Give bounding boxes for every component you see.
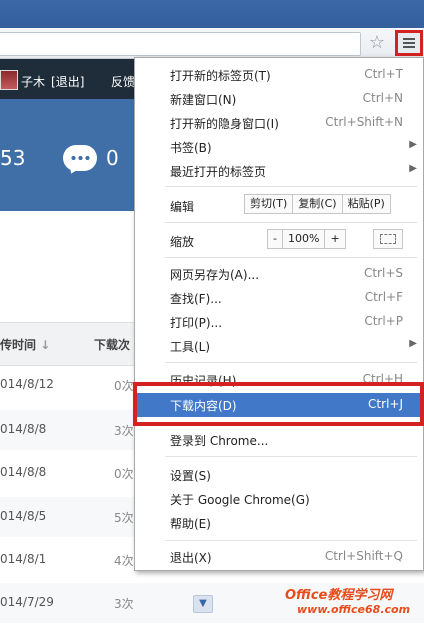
site-watermark: Office教程学习网 www.office68.com [285,584,410,616]
menu-item-new-tab[interactable]: 打开新的标签页(T) Ctrl+T [135,63,423,87]
menu-item-recent-tabs[interactable]: 最近打开的标签页 ▶ [135,159,423,183]
hamburger-menu-icon [403,38,415,48]
comment-count: 0 [106,146,119,170]
shortcut-label: Ctrl+T [364,67,403,81]
watermark-brand: Office教程学习网 [285,588,393,603]
sort-down-icon[interactable]: ↓ [40,338,50,352]
menu-divider [165,540,417,541]
menu-item-incognito[interactable]: 打开新的隐身窗口(I) Ctrl+Shift+N [135,111,423,135]
menu-item-help[interactable]: 帮助(E) [135,511,423,535]
address-bar[interactable] [0,32,361,56]
shortcut-label: Ctrl+N [362,91,403,105]
zoom-out-button[interactable]: - [267,229,283,249]
stat-count: 53 [0,146,26,170]
chevron-right-icon: ▶ [409,163,417,174]
comment-bubble-icon [63,145,97,171]
menu-row-zoom: 缩放 - 100% + [135,226,423,254]
user-info: 子木 [退出] [21,73,84,90]
row-count: 3次 [114,424,134,438]
row-count: 5次 [114,511,134,525]
row-count: 4次 [114,554,134,568]
row-count: 3次 [114,597,134,611]
shortcut-label: Ctrl+Shift+Q [324,549,403,563]
menu-item-tools[interactable]: 工具(L) ▶ [135,334,423,358]
chevron-right-icon: ▶ [409,338,417,349]
menu-item-settings[interactable]: 设置(S) [135,463,423,487]
row-date: 014/8/8 [0,422,47,436]
feedback-link[interactable]: 反馈 [111,73,135,90]
star-icon[interactable]: ☆ [368,32,386,54]
menu-item-sign-in[interactable]: 登录到 Chrome... [135,428,423,452]
downloads-highlight-callout [133,382,424,426]
menu-item-new-window[interactable]: 新建窗口(N) Ctrl+N [135,87,423,111]
shortcut-label: Ctrl+P [364,314,403,328]
menu-item-save-page[interactable]: 网页另存为(A)... Ctrl+S [135,262,423,286]
user-name[interactable]: 子木 [21,75,45,89]
menu-item-print[interactable]: 打印(P)... Ctrl+P [135,310,423,334]
row-date: 014/8/12 [0,377,54,391]
download-arrow-icon[interactable]: ▼ [193,595,213,613]
zoom-level: 100% [282,229,326,249]
row-date: 014/7/29 [0,595,54,609]
menu-divider [165,186,417,187]
watermark-url: www.office68.com [297,603,411,616]
column-downloads[interactable]: 下载次 [94,336,130,353]
row-date: 014/8/1 [0,552,47,566]
paste-button[interactable]: 粘贴(P) [342,194,391,214]
browser-toolbar: ☆ [0,28,424,59]
shortcut-label: Ctrl+F [364,290,403,304]
menu-divider [165,222,417,223]
shortcut-label: Ctrl+S [363,266,403,280]
row-count: 0次 [114,467,134,481]
copy-button[interactable]: 复制(C) [293,194,343,214]
zoom-in-button[interactable]: + [325,229,346,249]
menu-divider [165,456,417,457]
row-date: 014/8/5 [0,509,47,523]
menu-item-bookmarks[interactable]: 书签(B) ▶ [135,135,423,159]
logout-link[interactable]: [退出] [51,75,84,89]
cut-button[interactable]: 剪切(T) [244,194,294,214]
menu-divider [165,257,417,258]
chrome-main-menu: 打开新的标签页(T) Ctrl+T 新建窗口(N) Ctrl+N 打开新的隐身窗… [134,57,424,571]
window-titlebar [0,0,424,28]
shortcut-label: Ctrl+Shift+N [325,115,403,129]
fullscreen-icon[interactable] [373,229,403,249]
chevron-right-icon: ▶ [409,139,417,150]
column-upload-time[interactable]: 传时间 ↓ [0,336,50,353]
chrome-menu-button[interactable] [395,30,423,56]
avatar[interactable] [0,70,18,90]
menu-item-exit[interactable]: 退出(X) Ctrl+Shift+Q [135,545,423,569]
menu-row-edit: 编辑 剪切(T) 复制(C) 粘贴(P) [135,191,423,219]
row-date: 014/8/8 [0,465,47,479]
row-count: 0次 [114,379,134,393]
menu-item-find[interactable]: 查找(F)... Ctrl+F [135,286,423,310]
menu-divider [165,362,417,363]
menu-item-about[interactable]: 关于 Google Chrome(G) [135,487,423,511]
